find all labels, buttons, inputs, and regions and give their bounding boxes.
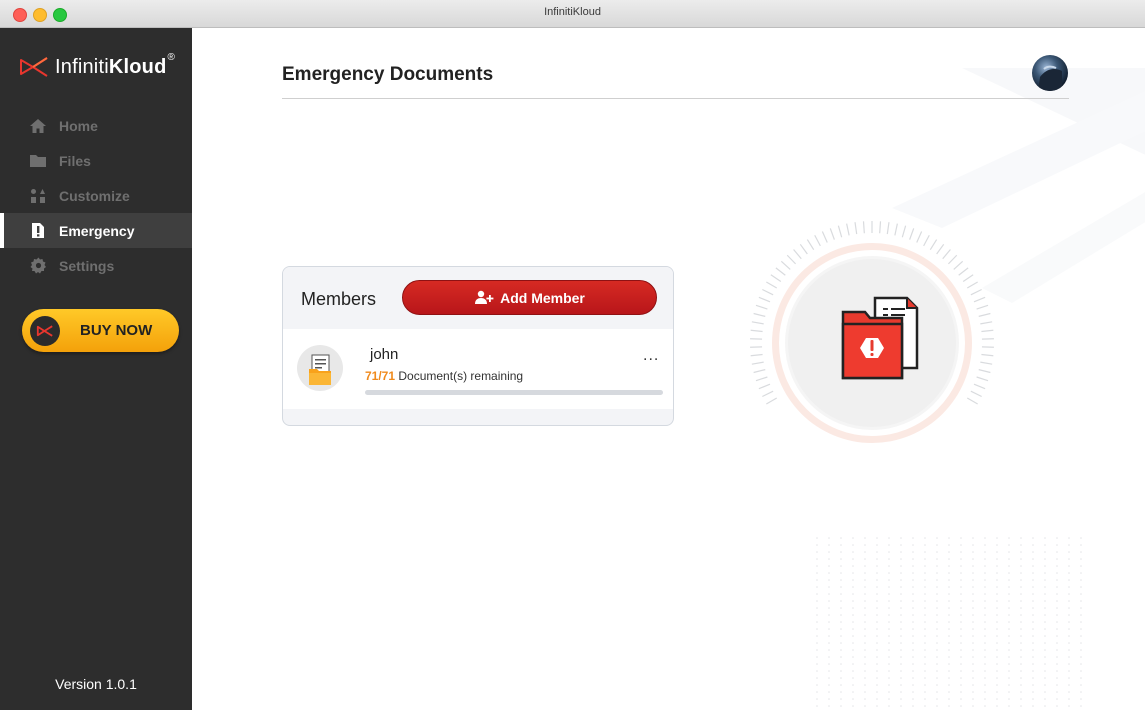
sidebar-item-emergency[interactable]: Emergency <box>0 213 192 248</box>
main-content: Emergency Documents Members Add Member j… <box>192 28 1145 710</box>
sidebar-item-label: Emergency <box>59 222 135 239</box>
buy-now-button[interactable]: BUY NOW <box>22 309 179 352</box>
avatar-image-icon <box>1038 65 1062 91</box>
gear-icon <box>29 257 47 275</box>
sidebar: InfinitiKloud® Home Files Customize Emer… <box>0 28 192 710</box>
sidebar-item-files[interactable]: Files <box>0 143 192 178</box>
member-progress-bar <box>365 390 663 395</box>
member-name: john <box>370 346 399 363</box>
member-more-options-button[interactable]: ... <box>643 347 659 365</box>
member-list-item[interactable]: john 71/71 Document(s) remaining ... <box>283 329 673 409</box>
sidebar-item-home[interactable]: Home <box>0 108 192 143</box>
members-card: Members Add Member john 71/71 Document(s… <box>282 266 674 426</box>
brand-name: InfinitiKloud® <box>55 51 176 78</box>
page-title: Emergency Documents <box>282 64 494 85</box>
members-heading: Members <box>301 289 377 309</box>
infinitikloud-logo-icon <box>20 57 48 77</box>
members-header: Members Add Member <box>283 267 673 329</box>
emergency-folder-illustration <box>750 221 994 443</box>
add-member-button[interactable]: Add Member <box>402 280 657 315</box>
window-title: InfinitiKloud <box>544 6 601 18</box>
title-divider <box>282 98 1069 99</box>
home-icon <box>29 117 47 135</box>
infinitikloud-logo-icon <box>30 315 60 346</box>
documents-remaining-text: Document(s) remaining <box>398 369 524 383</box>
sidebar-item-label: Settings <box>59 257 115 274</box>
sidebar-item-settings[interactable]: Settings <box>0 248 192 283</box>
documents-remaining-count: 71/71 <box>365 369 396 383</box>
user-avatar[interactable] <box>1032 55 1068 91</box>
sidebar-item-label: Home <box>59 117 98 134</box>
sidebar-nav: Home Files Customize Emergency Settings <box>0 108 192 283</box>
member-remaining: 71/71 Document(s) remaining <box>365 369 523 383</box>
customize-icon <box>29 187 47 205</box>
add-user-icon <box>474 290 494 305</box>
add-member-label: Add Member <box>500 289 585 306</box>
version-label: Version 1.0.1 <box>55 676 137 692</box>
window-titlebar: InfinitiKloud <box>0 0 1145 28</box>
member-avatar <box>297 345 343 391</box>
sidebar-item-label: Files <box>59 152 91 169</box>
brand-logo: InfinitiKloud® <box>19 51 176 80</box>
buy-now-label: BUY NOW <box>80 322 153 339</box>
folder-icon <box>29 152 47 170</box>
emergency-icon <box>29 222 47 240</box>
sidebar-item-customize[interactable]: Customize <box>0 178 192 213</box>
folder-document-icon <box>309 354 331 385</box>
sidebar-item-label: Customize <box>59 187 130 204</box>
background-dots-decoration <box>816 537 1082 707</box>
